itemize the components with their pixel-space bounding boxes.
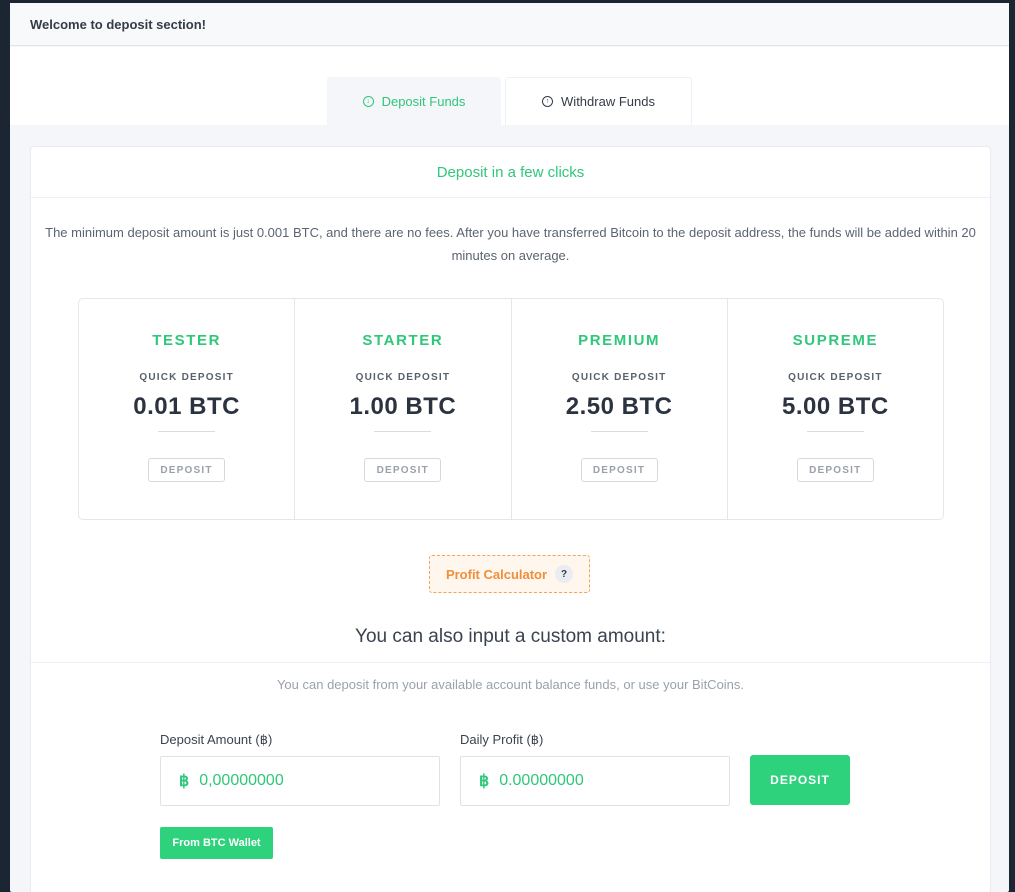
- help-icon[interactable]: ?: [555, 565, 574, 583]
- quick-deposit-button[interactable]: DEPOSIT: [364, 458, 442, 482]
- tab-withdraw-funds[interactable]: ↑ Withdraw Funds: [505, 77, 692, 125]
- plan-amount: 1.00 BTC: [349, 393, 457, 420]
- tab-bar: ↓ Deposit Funds ↑ Withdraw Funds: [10, 47, 1009, 125]
- arrow-up-circle-icon: ↑: [542, 96, 554, 107]
- divider: [158, 431, 215, 432]
- quick-deposit-button[interactable]: DEPOSIT: [148, 458, 225, 482]
- plan-amount: 0.01 BTC: [133, 393, 240, 420]
- card-heading: Deposit in a few clicks: [31, 147, 990, 198]
- plan-name: PREMIUM: [578, 332, 661, 349]
- divider: [31, 662, 990, 663]
- tab-label: Withdraw Funds: [561, 94, 655, 109]
- plan-starter: STARTER QUICK DEPOSIT 1.00 BTC DEPOSIT: [295, 299, 512, 519]
- plan-amount: 5.00 BTC: [782, 393, 889, 420]
- tab-label: Deposit Funds: [381, 94, 466, 109]
- plan-amount: 2.50 BTC: [565, 393, 673, 420]
- plan-grid: TESTER QUICK DEPOSIT 0.01 BTC DEPOSIT ST…: [78, 298, 944, 520]
- deposit-card: Deposit in a few clicks The minimum depo…: [30, 146, 991, 892]
- tab-deposit-funds[interactable]: ↓ Deposit Funds: [327, 77, 501, 125]
- custom-amount-title: You can also input a custom amount:: [355, 626, 666, 647]
- daily-profit-field[interactable]: ฿ 0.00000000: [460, 756, 730, 806]
- bitcoin-icon: ฿: [479, 773, 490, 790]
- plan-subtitle: QUICK DEPOSIT: [139, 372, 234, 383]
- divider: [590, 431, 648, 432]
- plan-subtitle: QUICK DEPOSIT: [571, 372, 667, 383]
- plan-name: STARTER: [362, 332, 444, 349]
- deposit-amount-label: Deposit Amount (฿): [160, 732, 273, 747]
- daily-profit-value: 0.00000000: [499, 772, 584, 789]
- plan-premium: PREMIUM QUICK DEPOSIT 2.50 BTC DEPOSIT: [512, 299, 728, 519]
- deposit-amount-input[interactable]: [199, 772, 400, 790]
- plan-subtitle: QUICK DEPOSIT: [788, 372, 883, 383]
- bitcoin-icon: ฿: [179, 773, 190, 790]
- arrow-down-circle-icon: ↓: [362, 96, 374, 107]
- plan-supreme: SUPREME QUICK DEPOSIT 5.00 BTC DEPOSIT: [728, 299, 943, 519]
- quick-deposit-button[interactable]: DEPOSIT: [580, 458, 658, 482]
- plan-name: TESTER: [152, 332, 222, 349]
- page-title: Welcome to deposit section!: [10, 3, 1009, 46]
- custom-amount-subtitle: You can deposit from your available acco…: [276, 677, 745, 692]
- deposit-button[interactable]: DEPOSIT: [750, 755, 850, 805]
- deposit-panel: Welcome to deposit section! ↓ Deposit Fu…: [10, 3, 1009, 892]
- profit-calculator-label: Profit Calculator: [445, 566, 548, 582]
- plan-tester: TESTER QUICK DEPOSIT 0.01 BTC DEPOSIT: [79, 299, 296, 519]
- from-btc-wallet-button[interactable]: From BTC Wallet: [160, 827, 273, 859]
- divider: [806, 431, 864, 432]
- plan-subtitle: QUICK DEPOSIT: [355, 372, 451, 383]
- plan-name: SUPREME: [792, 332, 879, 349]
- intro-text: The minimum deposit amount is just 0.001…: [45, 225, 976, 263]
- deposit-amount-field[interactable]: ฿: [160, 756, 440, 806]
- profit-calculator-button[interactable]: Profit Calculator ?: [429, 555, 590, 593]
- quick-deposit-button[interactable]: DEPOSIT: [796, 458, 874, 482]
- divider: [374, 431, 432, 432]
- daily-profit-label: Daily Profit (฿): [460, 732, 544, 747]
